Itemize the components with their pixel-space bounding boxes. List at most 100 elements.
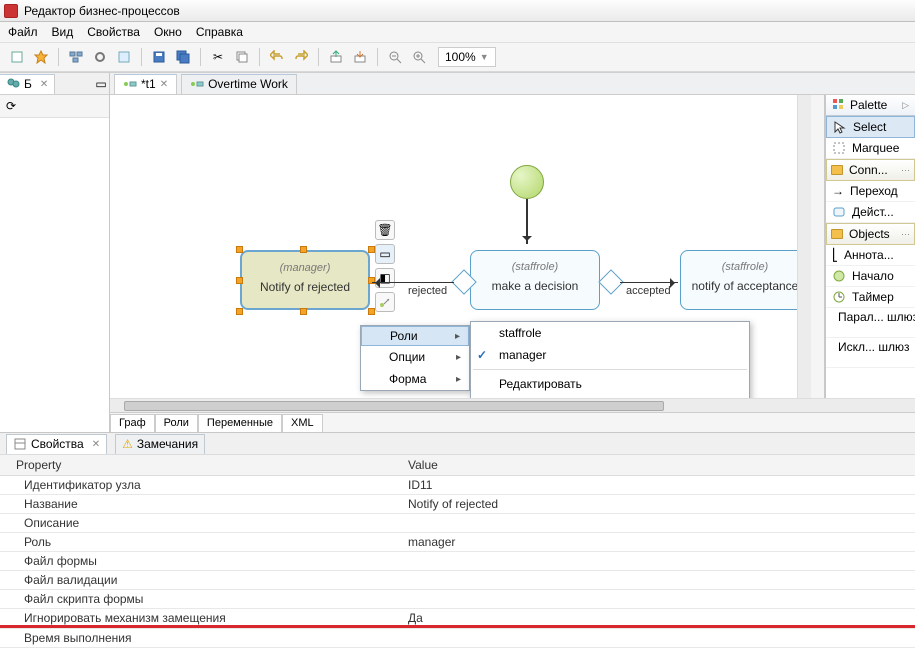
props-row[interactable]: Описание [0,514,915,533]
save-all-icon[interactable] [172,46,194,68]
props-row[interactable]: Идентификатор узлаID11 [0,476,915,495]
new-icon[interactable] [6,46,28,68]
menu-window[interactable]: Окно [154,25,182,39]
process-icon [190,77,204,91]
props-tab[interactable]: Свойства ✕ [6,434,107,454]
task-label: notify of acceptance [681,279,797,293]
props-row[interactable]: Файл формы [0,552,915,571]
cut-icon[interactable]: ✂ [207,46,229,68]
task-notify-acceptance[interactable]: (staffrole) notify of acceptance [680,250,797,310]
palette-exclusive-gateway[interactable]: Искл... шлюз [826,338,915,368]
redo-icon[interactable] [290,46,312,68]
menu-file[interactable]: Файл [8,25,38,39]
btab-graph[interactable]: Граф [110,414,155,432]
palette-icon [832,98,846,112]
horizontal-scrollbar[interactable] [110,398,915,412]
palette-header[interactable]: Palette ▷ [826,95,915,116]
export-icon[interactable] [325,46,347,68]
task-make-decision[interactable]: (staffrole) make a decision [470,250,600,310]
zoom-out-icon[interactable] [384,46,406,68]
menu-view[interactable]: Вид [52,25,74,39]
close-icon[interactable]: ✕ [40,79,48,90]
props-row[interactable]: Время выполнения [0,629,915,648]
start-icon [832,269,846,283]
quick-connect-icon[interactable] [375,292,395,312]
zoom-combo[interactable]: 100%▼ [438,47,496,67]
palette-select[interactable]: Select [826,116,915,138]
task-label: Notify of rejected [242,280,368,294]
star-icon[interactable] [30,46,52,68]
gear-icon[interactable] [89,46,111,68]
vertical-scrollbar[interactable] [797,95,811,398]
delete-icon[interactable]: 🗑 [375,220,395,240]
palette: Palette ▷ Select Marquee Conn...⋯ →Перех… [825,95,915,398]
palette-group-connections[interactable]: Conn...⋯ [826,159,915,181]
zoom-value: 100% [445,50,476,64]
btab-xml[interactable]: XML [282,414,323,432]
preview-icon[interactable] [113,46,135,68]
palette-group-objects[interactable]: Objects⋯ [826,223,915,245]
undo-icon[interactable] [266,46,288,68]
props-value [400,552,915,570]
palette-transition[interactable]: →Переход [826,181,915,202]
zoom-in-icon[interactable] [408,46,430,68]
task-notify-rejected[interactable]: (manager) Notify of rejected [240,250,370,310]
close-icon[interactable]: ✕ [160,79,168,90]
editor-tab-t1[interactable]: *t1 ✕ [114,74,177,94]
edge-start [526,199,528,244]
save-icon[interactable] [148,46,170,68]
palette-start[interactable]: Начало [826,266,915,287]
ctx-roles[interactable]: Роли [361,326,469,346]
main-area: Б ✕ ▭ ⟳ *t1 ✕ Overtime Work [0,72,915,432]
notes-tab[interactable]: ⚠ Замечания [115,434,205,454]
palette-marquee[interactable]: Marquee [826,138,915,159]
node-quick-toolbar: 🗑 ▭ ◧ [375,220,395,312]
props-table: Идентификатор узлаID11НазваниеNotify of … [0,476,915,648]
props-key: Описание [0,514,400,532]
left-panel-tab-label: Б [24,77,32,91]
props-row[interactable]: Игнорировать механизм замещенияДа [0,609,915,629]
props-value [400,514,915,532]
import-icon[interactable] [349,46,371,68]
btab-roles[interactable]: Роли [155,414,198,432]
palette-timer[interactable]: Таймер [826,287,915,308]
task-role: (staffrole) [681,261,797,273]
people-icon [6,77,20,91]
folder-icon [831,165,843,175]
props-row[interactable]: Рольmanager [0,533,915,552]
app-title: Редактор бизнес-процессов [24,4,180,18]
folder-icon [831,229,843,239]
task-label: make a decision [471,279,599,293]
edge-rejected[interactable] [372,282,454,283]
ctx-form[interactable]: Форма [361,368,469,390]
props-row[interactable]: Файл валидации [0,571,915,590]
props-key: Файл валидации [0,571,400,589]
props-row[interactable]: НазваниеNotify of rejected [0,495,915,514]
close-icon[interactable]: ✕ [92,439,100,450]
properties-icon [13,437,27,451]
quick-action-icon[interactable]: ▭ [375,244,395,264]
edge-accepted[interactable] [620,282,678,283]
ctx-role-staffrole[interactable]: staffrole [471,322,749,344]
left-panel-tab[interactable]: Б ✕ [0,74,55,94]
start-node[interactable] [510,165,544,199]
palette-annotation[interactable]: ⎣Аннота... [826,245,915,266]
action-icon [832,205,846,219]
layout-icon[interactable] [65,46,87,68]
minimize-icon[interactable]: ▭ [93,76,109,92]
editor-tab-overtime[interactable]: Overtime Work [181,74,297,94]
ctx-options[interactable]: Опции [361,346,469,368]
props-key: Роль [0,533,400,551]
palette-action[interactable]: Дейст... [826,202,915,223]
copy-icon[interactable] [231,46,253,68]
refresh-icon[interactable]: ⟳ [2,97,20,115]
menu-properties[interactable]: Свойства [87,25,140,39]
btab-vars[interactable]: Переменные [198,414,282,432]
menu-help[interactable]: Справка [196,25,243,39]
props-row[interactable]: Файл скрипта формы [0,590,915,609]
diagram-canvas[interactable]: (manager) Notify of rejected 🗑 ▭ ◧ [110,95,797,398]
props-col-value: Value [400,455,446,475]
ctx-role-manager[interactable]: ✓manager [471,344,749,366]
palette-parallel-gateway[interactable]: Парал... шлюз [826,308,915,338]
ctx-edit[interactable]: Редактировать [471,373,749,395]
